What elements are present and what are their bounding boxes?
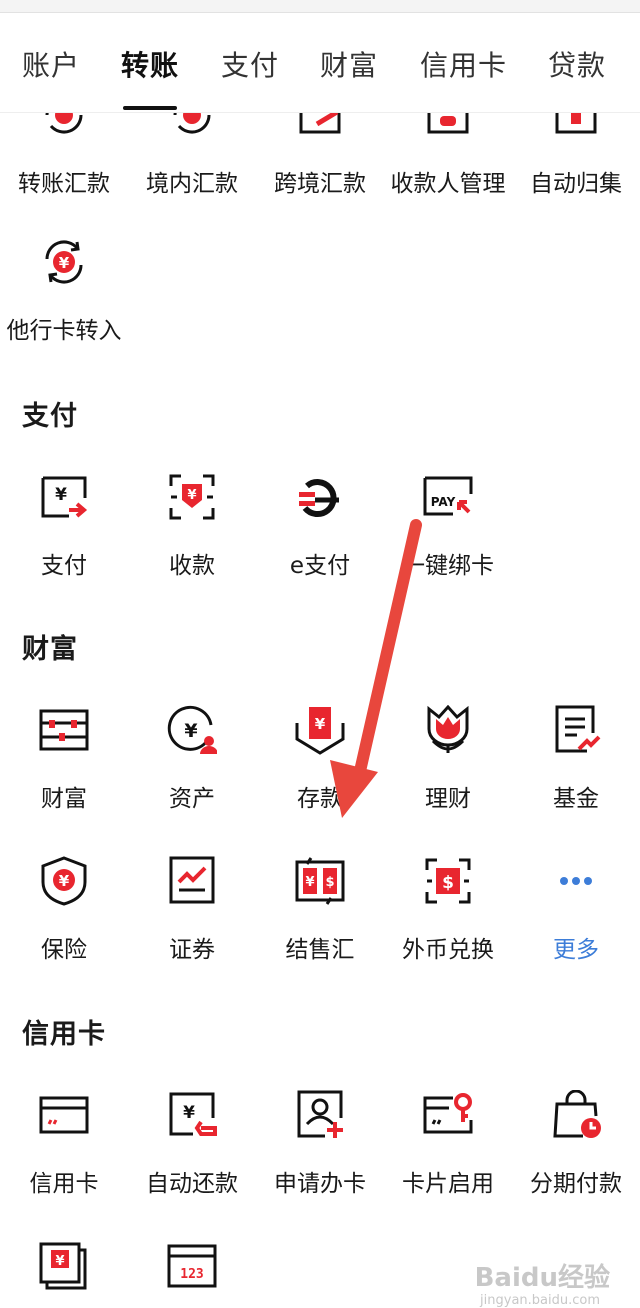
other-bank-transfer-in-icon: ¥ [45, 240, 83, 284]
shield-icon: ¥ [41, 856, 87, 906]
svg-text:¥: ¥ [55, 1254, 64, 1269]
receive-label: 收款 [169, 553, 215, 579]
apply-card-icon [297, 1090, 343, 1138]
svg-text:¥: ¥ [187, 488, 196, 503]
tab-credit-card[interactable]: 信用卡 [420, 44, 507, 84]
more-label: 更多 [553, 937, 599, 963]
pay-card-icon: PAY [423, 476, 473, 516]
foreign-currency-exchange-label: 外币兑换 [402, 937, 494, 963]
receive-scan-icon: ¥ [169, 474, 215, 520]
tab-account[interactable]: 账户 [22, 44, 80, 84]
svg-text:¥: ¥ [59, 254, 70, 272]
shopping-bag-clock-icon [553, 1090, 601, 1138]
assets-label: 资产 [169, 786, 215, 812]
wealth-icon [39, 709, 89, 751]
assets-icon: ¥ [167, 705, 217, 754]
tab-transfer[interactable]: 转账 [121, 44, 179, 84]
payment-section-title: 支付 [22, 401, 78, 432]
securities-label: 证券 [169, 937, 215, 963]
apply-card-label: 申请办卡 [274, 1171, 366, 1197]
svg-text:$: $ [325, 875, 334, 890]
active-tab-indicator [123, 106, 177, 110]
more-dots-icon [560, 877, 592, 885]
tab-loan[interactable]: 贷款 [548, 44, 606, 84]
auto-repay-label: 自动还款 [146, 1171, 238, 1197]
category-tabs: 账户 转账 支付 财富 信用卡 贷款 [0, 14, 640, 113]
auto-repay-icon: ¥ [169, 1092, 217, 1136]
currency-exchange-icon: ¥ $ [295, 857, 345, 905]
credit-card-icon [39, 1096, 89, 1134]
stacked-bills-icon: ¥ [39, 1242, 87, 1290]
baidu-watermark-url: jingyan.baidu.com [480, 1293, 600, 1308]
securities-chart-icon [169, 856, 215, 904]
e-pay-icon [299, 479, 339, 518]
domestic-remit-label: 境内汇款 [146, 171, 238, 197]
svg-text:¥: ¥ [183, 1103, 195, 1123]
other-bank-transfer-in-label: 他行卡转入 [6, 318, 122, 344]
installment-label: 分期付款 [530, 1171, 622, 1197]
svg-text:¥: ¥ [59, 872, 70, 890]
wealth-section-title: 财富 [22, 634, 78, 665]
svg-text:¥: ¥ [184, 720, 197, 742]
one-click-bind-card-label: 一键绑卡 [402, 553, 494, 579]
status-bar-edge [0, 0, 640, 13]
fx-settlement-label: 结售汇 [285, 937, 355, 963]
svg-text:¥: ¥ [55, 485, 67, 505]
baidu-watermark: Baidu经验 [474, 1263, 610, 1293]
svg-text:¥: ¥ [315, 715, 326, 733]
credit-card-section-title: 信用卡 [22, 1019, 106, 1050]
tulip-icon [427, 705, 469, 753]
payee-management-label: 收款人管理 [390, 171, 506, 197]
fund-document-icon [555, 705, 601, 753]
e-pay-label: e支付 [289, 553, 351, 579]
card-activation-label: 卡片启用 [402, 1171, 494, 1197]
card-number-icon: 123 [167, 1244, 217, 1288]
svg-text:123: 123 [180, 1267, 203, 1282]
tab-payment[interactable]: 支付 [221, 44, 279, 84]
svg-text:PAY: PAY [431, 495, 456, 509]
financial-management-label: 理财 [425, 786, 471, 812]
dollar-scan-icon: $ [425, 858, 471, 904]
auto-collect-label: 自动归集 [530, 171, 622, 197]
cross-border-remit-label: 跨境汇款 [274, 171, 366, 197]
svg-text:$: $ [442, 873, 454, 893]
card-key-icon [423, 1093, 473, 1134]
deposit-icon: ¥ [295, 707, 345, 755]
svg-text:¥: ¥ [305, 875, 314, 890]
pay-icon: ¥ [41, 476, 88, 518]
fund-label: 基金 [553, 786, 599, 812]
tab-wealth[interactable]: 财富 [320, 44, 378, 84]
deposit-label: 存款 [297, 786, 343, 812]
